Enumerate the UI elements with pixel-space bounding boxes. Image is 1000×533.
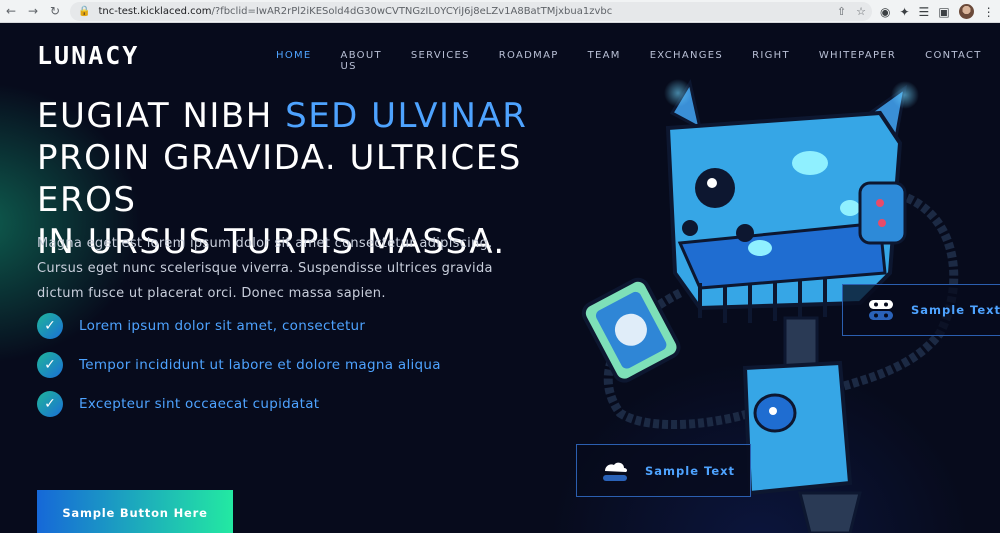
puzzle-extensions-icon[interactable]: ✦	[899, 5, 909, 19]
nav-exchanges[interactable]: EXCHANGES	[650, 50, 723, 72]
card-label: Sample Text	[645, 463, 736, 478]
checkmark-icon: ✓	[37, 352, 63, 378]
share-icon[interactable]: ⇧	[837, 5, 846, 18]
camera-extension-icon[interactable]: ◉	[880, 5, 890, 19]
feature-text: Tempor incididunt ut labore et dolore ma…	[79, 357, 441, 373]
browser-toolbar: ← → ↻ 🔒 tnc-test.kicklaced.com/?fbclid=I…	[0, 0, 1000, 23]
feature-text: Excepteur sint occaecat cupidatat	[79, 396, 320, 412]
paragraph-line3: dictum fusce ut placerat orci. Donec mas…	[37, 286, 386, 301]
checkmark-icon: ✓	[37, 391, 63, 417]
nav-home[interactable]: HOME	[276, 50, 312, 72]
address-bar[interactable]: 🔒 tnc-test.kicklaced.com/?fbclid=IwAR2rP…	[70, 2, 872, 21]
site-logo[interactable]: LUNACY	[37, 41, 139, 70]
nav-team[interactable]: TEAM	[588, 50, 621, 72]
card-label: Sample Text	[911, 303, 1000, 317]
nav-whitepaper[interactable]: WHITEPAPER	[819, 50, 896, 72]
profile-avatar[interactable]	[958, 4, 974, 19]
side-panel-icon[interactable]: ▣	[938, 5, 949, 19]
nav-right[interactable]: RIGHT	[752, 50, 790, 72]
url-domain: tnc-test.kicklaced.com	[98, 6, 212, 17]
feature-item: ✓ Lorem ipsum dolor sit amet, consectetu…	[37, 313, 441, 339]
feature-item: ✓ Excepteur sint occaecat cupidatat	[37, 391, 441, 417]
lock-icon: 🔒	[78, 6, 91, 17]
feature-item: ✓ Tempor incididunt ut labore et dolore …	[37, 352, 441, 378]
robot-chat-icon	[869, 300, 893, 320]
sample-cta-button[interactable]: Sample Button Here	[37, 490, 233, 533]
bookmark-star-icon[interactable]: ☆	[856, 5, 866, 18]
media-playlist-icon[interactable]: ☰	[919, 5, 930, 19]
url-text: tnc-test.kicklaced.com/?fbclid=IwAR2rPl2…	[98, 6, 612, 17]
nav-about-us[interactable]: ABOUT US	[341, 50, 382, 72]
feature-text: Lorem ipsum dolor sit amet, consectetur	[79, 318, 366, 334]
forward-icon[interactable]: →	[22, 0, 44, 22]
url-path: /?fbclid=IwAR2rPl2iKESold4dG30wCVTNGzIL0…	[211, 6, 613, 17]
headline-line2: PROIN GRAVIDA. ULTRICES EROS	[37, 138, 522, 220]
headline-highlight: SED ULVINAR	[285, 96, 528, 136]
browser-menu-icon[interactable]: ⋮	[983, 5, 995, 19]
sample-text-card[interactable]: Sample Text	[842, 284, 1000, 336]
sample-text-card[interactable]: Sample Text	[576, 444, 751, 497]
headline-part1: EUGIAT NIBH	[37, 96, 286, 136]
nav-contact[interactable]: CONTACT	[925, 50, 982, 72]
nav-services[interactable]: SERVICES	[411, 50, 470, 72]
reload-icon[interactable]: ↻	[44, 0, 66, 22]
page-content: LUNACY HOME ABOUT US SERVICES ROADMAP TE…	[0, 23, 1000, 533]
cloud-stack-icon	[603, 462, 628, 481]
checkmark-icon: ✓	[37, 313, 63, 339]
main-nav: HOME ABOUT US SERVICES ROADMAP TEAM EXCH…	[276, 50, 1000, 72]
paragraph-line1: Magna eget est lorem ipsum dolor sit ame…	[37, 236, 493, 251]
paragraph-line2: Cursus eget nunc scelerisque viverra. Su…	[37, 261, 493, 276]
feature-list: ✓ Lorem ipsum dolor sit amet, consectetu…	[37, 313, 441, 430]
nav-roadmap[interactable]: ROADMAP	[499, 50, 559, 72]
hero-paragraph: Magna eget est lorem ipsum dolor sit ame…	[37, 231, 577, 306]
back-icon[interactable]: ←	[0, 0, 22, 22]
